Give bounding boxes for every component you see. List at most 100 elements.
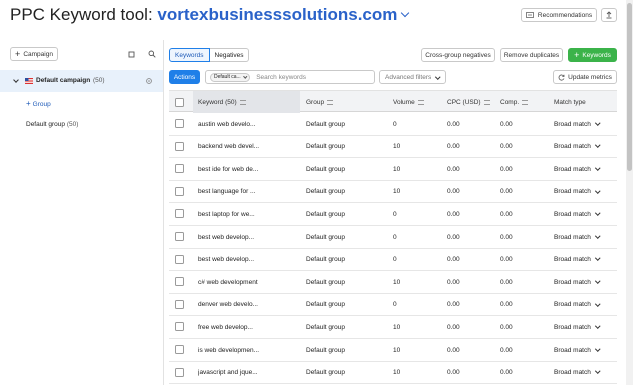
remove-duplicates-button[interactable]: Remove duplicates bbox=[500, 48, 563, 62]
keyword-cell[interactable]: austin web develo... bbox=[198, 113, 300, 135]
match-type-label: Broad match bbox=[554, 143, 591, 151]
match-type-dropdown[interactable]: Broad match bbox=[554, 271, 616, 293]
group-cell: Default group bbox=[306, 323, 346, 331]
column-header-comp[interactable]: Comp. bbox=[500, 91, 550, 113]
match-type-dropdown[interactable]: Broad match bbox=[554, 339, 616, 361]
row-checkbox[interactable] bbox=[175, 209, 184, 219]
chevron-down-icon bbox=[401, 8, 410, 18]
comp-cell: 0.00 bbox=[500, 165, 513, 173]
group-cell: Default group bbox=[306, 369, 346, 377]
table-row[interactable]: denver web develo... Default group 0 0.00 0.… bbox=[169, 294, 617, 317]
keyword-cell[interactable]: free web develop... bbox=[198, 316, 300, 338]
domain-selector[interactable]: vortexbusinesssolutions.com bbox=[157, 5, 410, 24]
column-header-volume[interactable]: Volume bbox=[393, 91, 443, 113]
row-checkbox[interactable] bbox=[175, 322, 184, 332]
column-header-keyword[interactable]: Keyword (50) bbox=[193, 91, 300, 113]
page-header: PPC Keyword tool: vortexbusinesssolution… bbox=[0, 0, 633, 34]
comp-cell: 0.00 bbox=[500, 301, 513, 309]
match-type-dropdown[interactable]: Broad match bbox=[554, 158, 616, 180]
update-metrics-button[interactable]: Update metrics bbox=[553, 70, 617, 84]
keyword-cell[interactable]: best web develop... bbox=[198, 249, 300, 271]
row-checkbox[interactable] bbox=[175, 186, 184, 196]
match-type-dropdown[interactable]: Broad match bbox=[554, 249, 616, 271]
keyword-cell[interactable]: best laptop for we... bbox=[198, 203, 300, 225]
add-group-button[interactable]: + Group bbox=[26, 99, 51, 108]
volume-cell: 0 bbox=[393, 233, 397, 241]
expand-chevron-icon[interactable] bbox=[13, 77, 19, 83]
match-type-dropdown[interactable]: Broad match bbox=[554, 113, 616, 135]
comp-cell: 0.00 bbox=[500, 369, 513, 377]
cpc-cell: 0.00 bbox=[447, 346, 460, 354]
copy-icon[interactable] bbox=[128, 51, 135, 58]
keyword-cell[interactable]: best web develop... bbox=[198, 226, 300, 248]
keyword-cell[interactable]: javascript and jque... bbox=[198, 362, 300, 384]
table-row[interactable]: javascript and jque... Default group 10 0.0… bbox=[169, 362, 617, 385]
match-type-label: Broad match bbox=[554, 278, 591, 286]
table-row[interactable]: best ide for web de... Default group 10 0.0… bbox=[169, 158, 617, 181]
advanced-filters-dropdown[interactable]: Advanced filters bbox=[379, 70, 446, 84]
group-cell: Default group bbox=[306, 143, 346, 151]
page-scrollbar[interactable] bbox=[626, 0, 633, 385]
row-checkbox[interactable] bbox=[175, 141, 184, 151]
campaign-item-default[interactable]: Default campaign (50) bbox=[0, 70, 163, 92]
row-checkbox[interactable] bbox=[175, 232, 184, 241]
tab-keywords[interactable]: Keywords bbox=[169, 48, 210, 62]
match-type-dropdown[interactable]: Broad match bbox=[554, 203, 616, 225]
match-type-dropdown[interactable]: Broad match bbox=[554, 226, 616, 248]
row-checkbox[interactable] bbox=[175, 345, 184, 354]
gear-icon[interactable] bbox=[145, 77, 153, 85]
advanced-filters-label: Advanced filters bbox=[385, 73, 432, 81]
match-type-dropdown[interactable]: Broad match bbox=[554, 362, 616, 384]
table-row[interactable]: backend web devel... Default group 10 0.00 0… bbox=[169, 136, 617, 159]
keyword-cell[interactable]: is web developmen... bbox=[198, 339, 300, 361]
search-icon[interactable] bbox=[148, 50, 156, 58]
table-row[interactable]: best web develop... Default group 0 0.00 0.0… bbox=[169, 226, 617, 249]
group-item-default[interactable]: Default group (50) bbox=[26, 121, 78, 128]
cpc-cell: 0.00 bbox=[447, 210, 460, 218]
cpc-cell: 0.00 bbox=[447, 256, 460, 264]
search-input[interactable] bbox=[256, 73, 374, 81]
table-row[interactable]: c# web development Default group 10 0.00 0.0… bbox=[169, 271, 617, 294]
row-checkbox[interactable] bbox=[175, 119, 184, 128]
match-type-dropdown[interactable]: Broad match bbox=[554, 294, 616, 316]
cross-group-negatives-button[interactable]: Cross-group negatives bbox=[421, 48, 495, 62]
export-button[interactable] bbox=[601, 8, 617, 22]
keyword-cell[interactable]: backend web devel... bbox=[198, 136, 300, 158]
page-title-prefix: PPC Keyword tool: bbox=[10, 5, 153, 24]
scrollbar-thumb[interactable] bbox=[627, 3, 632, 171]
search-field[interactable]: Default ca... bbox=[205, 70, 375, 84]
column-label: CPC (USD) bbox=[447, 98, 481, 106]
column-header-cpc[interactable]: CPC (USD) bbox=[447, 91, 497, 113]
match-type-dropdown[interactable]: Broad match bbox=[554, 316, 616, 338]
sort-icon bbox=[522, 99, 529, 105]
table-row[interactable]: is web developmen... Default group 10 0.00 0… bbox=[169, 339, 617, 362]
row-checkbox[interactable] bbox=[175, 367, 184, 377]
table-row[interactable]: free web develop... Default group 10 0.00 0.… bbox=[169, 316, 617, 339]
keyword-cell[interactable]: best ide for web de... bbox=[198, 158, 300, 180]
table-row[interactable]: austin web develo... Default group 0 0.00 0.… bbox=[169, 113, 617, 136]
comp-cell: 0.00 bbox=[500, 346, 513, 354]
add-keywords-button[interactable]: + Keywords bbox=[568, 48, 617, 62]
keyword-cell[interactable]: c# web development bbox=[198, 271, 300, 293]
table-row[interactable]: best laptop for we... Default group 0 0.00 0… bbox=[169, 203, 617, 226]
match-type-dropdown[interactable]: Broad match bbox=[554, 136, 616, 158]
match-type-label: Broad match bbox=[554, 120, 591, 128]
column-header-group[interactable]: Group bbox=[306, 91, 386, 113]
tab-negatives[interactable]: Negatives bbox=[209, 48, 250, 62]
cpc-cell: 0.00 bbox=[447, 369, 460, 377]
table-row[interactable]: best language for ... Default group 10 0.00… bbox=[169, 181, 617, 204]
recommendations-button[interactable]: Recommendations bbox=[521, 8, 597, 22]
cpc-cell: 0.00 bbox=[447, 143, 460, 151]
row-checkbox[interactable] bbox=[175, 254, 184, 264]
row-checkbox[interactable] bbox=[175, 299, 184, 309]
table-row[interactable]: best web develop... Default group 0 0.00 0.0… bbox=[169, 249, 617, 272]
select-all-checkbox[interactable] bbox=[175, 97, 184, 107]
keyword-cell[interactable]: denver web develo... bbox=[198, 294, 300, 316]
keyword-cell[interactable]: best language for ... bbox=[198, 181, 300, 203]
add-campaign-button[interactable]: + Campaign bbox=[10, 47, 58, 61]
row-checkbox[interactable] bbox=[175, 277, 184, 287]
actions-button[interactable]: Actions bbox=[169, 70, 200, 84]
campaign-filter-chip[interactable]: Default ca... bbox=[210, 72, 251, 82]
match-type-dropdown[interactable]: Broad match bbox=[554, 181, 616, 203]
row-checkbox[interactable] bbox=[175, 164, 184, 174]
